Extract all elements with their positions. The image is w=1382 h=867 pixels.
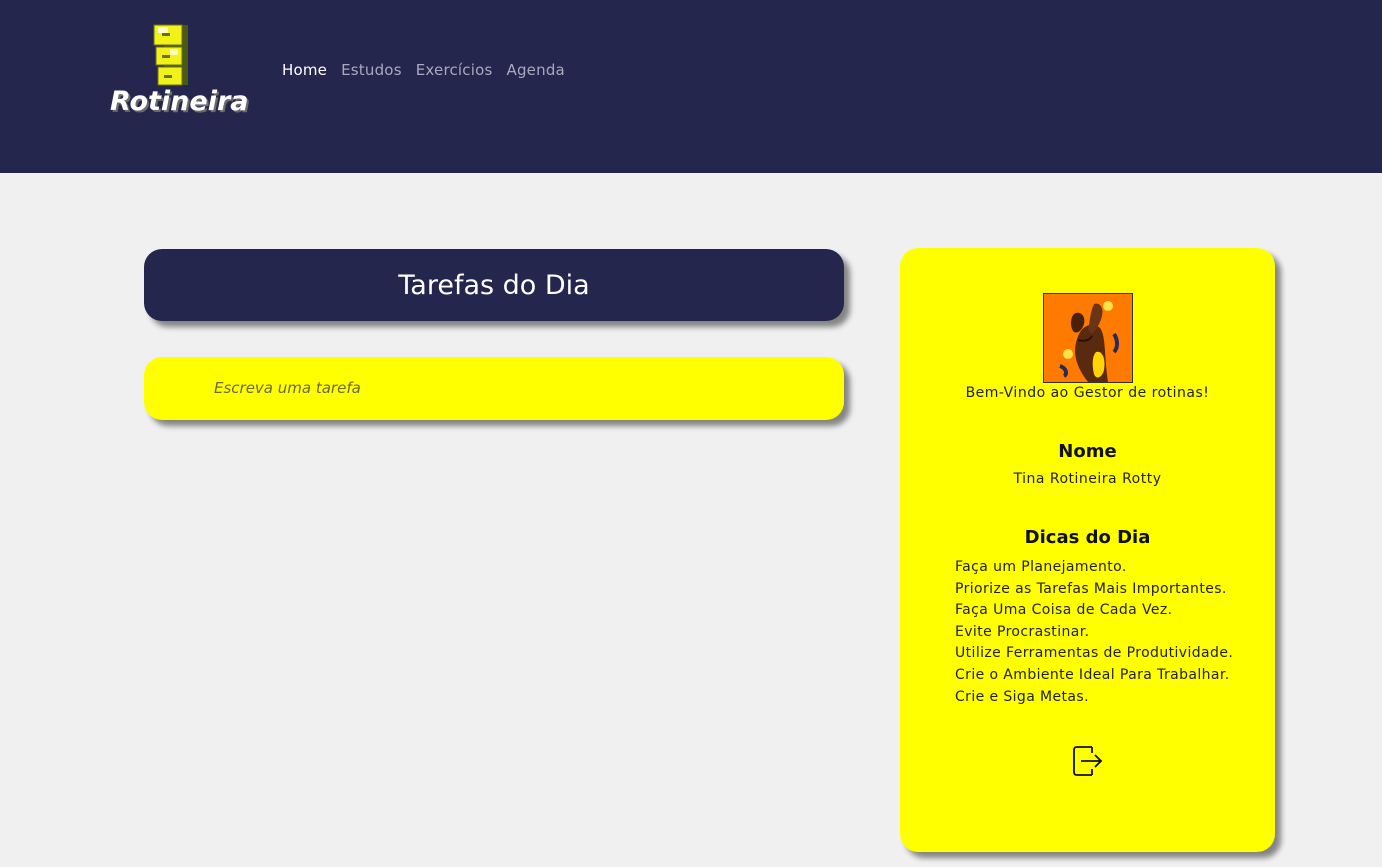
logout-icon[interactable]: [1072, 744, 1104, 778]
tips-heading: Dicas do Dia: [1024, 527, 1151, 548]
profile-card: Bem-Vindo ao Gestor de rotinas! Nome Tin…: [900, 248, 1275, 852]
logo[interactable]: Rotineira: [110, 20, 249, 122]
app-header: Rotineira Home Estudos Exercícios Agenda: [0, 0, 1382, 173]
user-name: Tina Rotineira Rotty: [1013, 471, 1162, 487]
page-title: Tarefas do Dia: [398, 269, 590, 301]
task-input[interactable]: [214, 374, 774, 402]
nav-estudos[interactable]: Estudos: [341, 61, 402, 79]
main-nav: Home Estudos Exercícios Agenda: [282, 61, 565, 79]
nav-exercicios[interactable]: Exercícios: [416, 61, 493, 79]
tips-list: Faça um Planejamento. Priorize as Tarefa…: [955, 557, 1233, 708]
name-heading: Nome: [1058, 441, 1117, 462]
character-illustration: [1044, 294, 1132, 382]
logo-text: Rotineira: [110, 86, 249, 117]
tasks-title-card: Tarefas do Dia: [144, 249, 844, 321]
tip-item: Evite Procrastinar.: [955, 623, 1090, 640]
nav-agenda[interactable]: Agenda: [507, 61, 565, 79]
tip-item: Crie o Ambiente Ideal Para Trabalhar.: [955, 666, 1230, 683]
welcome-text: Bem-Vindo ao Gestor de rotinas!: [965, 385, 1210, 401]
tip-item: Faça um Planejamento.: [955, 559, 1127, 575]
filing-cabinet-icon: [153, 24, 188, 86]
avatar: [1043, 293, 1133, 383]
tip-item: Utilize Ferramentas de Produtividade.: [955, 645, 1234, 662]
tip-item: Crie e Siga Metas.: [955, 688, 1089, 705]
tip-item: Priorize as Tarefas Mais Importantes.: [955, 580, 1227, 597]
nav-home[interactable]: Home: [282, 61, 327, 79]
tip-item: Faça Uma Coisa de Cada Vez.: [955, 602, 1173, 619]
task-input-card: [144, 357, 844, 420]
